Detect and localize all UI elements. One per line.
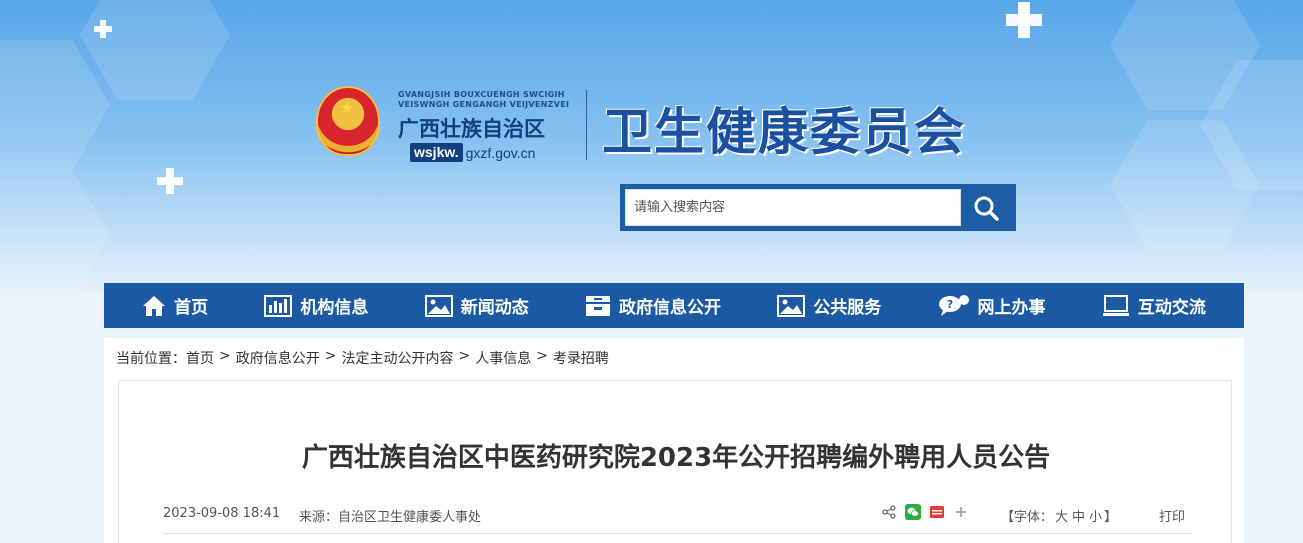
font-size-small[interactable]: 小 [1089,510,1102,525]
picture-icon [777,294,806,317]
emblem-star-icon: ★ [340,98,355,117]
toutiao-icon[interactable] [929,504,945,520]
article-title: 广西壮族自治区中医药研究院2023年公开招聘编外聘用人员公告 [301,443,1051,473]
nav-item-label: 公共服务 [813,298,882,318]
font-size-control: 【字体：大中小】 [1001,506,1117,525]
breadcrumb-item-recruitment[interactable]: 考录招聘 [553,348,609,368]
article-source: 来源：自治区卫生健康委人事处 [299,510,482,525]
breadcrumb: 当前位置： 首页 > 政府信息公开 > 法定主动公开内容 > 人事信息 > 考录… [116,348,609,368]
breadcrumb-separator: > [536,348,548,364]
font-size-label-close: 】 [1104,510,1118,525]
main-nav: 首页 机构信息 新闻动态 政府信息公开 公共服务 ? 网上办事 互动交流 [104,283,1244,328]
share-icon[interactable] [881,504,897,520]
logo-divider [586,90,587,160]
breadcrumb-separator: > [219,348,231,364]
breadcrumb-prefix: 当前位置： [116,351,186,367]
site-title[interactable]: 卫生健康委员会 [602,92,966,164]
bar-chart-icon [264,294,293,317]
nav-item-label: 互动交流 [1137,298,1206,318]
decor-hexagon [0,40,110,170]
search-input[interactable] [625,189,961,226]
nav-item-label: 机构信息 [300,298,369,318]
site-domain: wsjkw. gxzf.gov.cn [410,143,535,162]
breadcrumb-item-gov-info[interactable]: 政府信息公开 [236,348,320,368]
monitor-icon [1102,294,1129,316]
article-panel: 广西壮族自治区中医药研究院2023年公开招聘编外聘用人员公告 2023-09-0… [118,380,1232,543]
nav-item-home[interactable]: 首页 [142,293,208,318]
breadcrumb-item-statutory[interactable]: 法定主动公开内容 [341,348,453,368]
nav-item-online-service[interactable]: ? 网上办事 [938,293,1046,318]
logo-chinese-text[interactable]: 广西壮族自治区 [398,113,545,143]
nav-item-label: 政府信息公开 [618,298,721,318]
font-size-large[interactable]: 大 [1055,510,1068,525]
font-size-label: 【字体： [1001,510,1054,525]
svg-text:?: ? [946,298,952,311]
nav-item-public-service[interactable]: 公共服务 [777,293,881,318]
decor-cross-icon [94,20,112,38]
decor-cross-icon [157,168,183,194]
plus-icon[interactable] [953,504,969,520]
print-button[interactable]: 打印 [1159,506,1185,525]
article-meta: 2023-09-08 18:41 来源：自治区卫生健康委人事处 【字体： 大 中… [163,496,1193,534]
search-button[interactable] [961,189,1011,226]
breadcrumb-separator: > [324,348,337,364]
national-emblem-icon [316,86,380,156]
decor-hexagon [80,0,230,100]
nav-item-organization[interactable]: 机构信息 [264,293,368,318]
nav-item-gov-info[interactable]: 政府信息公开 [585,293,721,318]
home-icon [143,295,166,316]
publish-date: 2023-09-08 18:41 [163,506,281,521]
logo-english-text: GVANGJSIH BOUXCUENGH SWCIGIH VEISWNGH GE… [398,90,570,109]
breadcrumb-separator: > [458,348,471,364]
nav-item-label: 网上办事 [977,298,1046,318]
font-size-medium[interactable]: 中 [1072,510,1085,525]
share-toolbar [881,504,969,520]
decor-cross-icon [1006,2,1042,38]
search-bar [620,184,1016,231]
breadcrumb-item-personnel[interactable]: 人事信息 [475,348,531,368]
breadcrumb-item-home[interactable]: 首页 [186,348,214,368]
nav-item-news[interactable]: 新闻动态 [424,293,529,318]
cabinet-icon [585,295,610,316]
nav-item-label: 首页 [174,298,209,318]
main-content: 当前位置： 首页 > 政府信息公开 > 法定主动公开内容 > 人事信息 > 考录… [104,338,1244,543]
search-icon [974,196,999,221]
picture-icon [424,294,453,317]
nav-item-interaction[interactable]: 互动交流 [1102,293,1206,318]
wechat-icon[interactable] [905,504,921,520]
nav-item-label: 新闻动态 [460,298,529,318]
chat-icon: ? [938,294,969,316]
decor-hexagon [0,170,110,300]
